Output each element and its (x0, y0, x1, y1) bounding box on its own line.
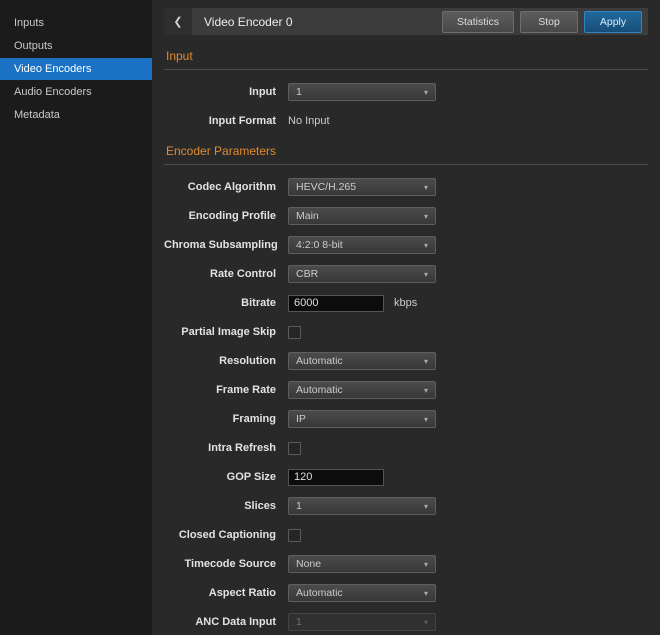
frame-rate-label: Frame Rate (164, 384, 276, 396)
encoding-profile-label: Encoding Profile (164, 210, 276, 222)
closed-captioning-checkbox[interactable] (288, 529, 301, 542)
slices-label: Slices (164, 500, 276, 512)
closed-captioning-row: Closed Captioning (164, 526, 648, 544)
sidebar-item-audio-encoders[interactable]: Audio Encoders (0, 81, 152, 103)
chroma-subsampling-label: Chroma Subsampling (164, 239, 276, 251)
slices-select[interactable]: 1 ▾ (288, 497, 436, 515)
bitrate-input[interactable] (288, 295, 384, 312)
chevron-down-icon: ▾ (424, 357, 428, 366)
input-format-row: Input Format No Input (164, 112, 648, 130)
bitrate-label: Bitrate (164, 297, 276, 309)
back-button[interactable]: ❮ (164, 8, 192, 35)
intra-refresh-label: Intra Refresh (164, 442, 276, 454)
aspect-ratio-select[interactable]: Automatic ▾ (288, 584, 436, 602)
timecode-source-value: None (296, 558, 321, 570)
chevron-down-icon: ▾ (424, 270, 428, 279)
input-format-value: No Input (288, 115, 330, 127)
sidebar-item-video-encoders[interactable]: Video Encoders (0, 58, 152, 80)
aspect-ratio-label: Aspect Ratio (164, 587, 276, 599)
chevron-down-icon: ▾ (424, 386, 428, 395)
sidebar: Inputs Outputs Video Encoders Audio Enco… (0, 0, 152, 635)
timecode-source-row: Timecode Source None ▾ (164, 555, 648, 573)
header-buttons: Statistics Stop Apply (442, 11, 648, 33)
aspect-ratio-value: Automatic (296, 587, 343, 599)
rate-control-value: CBR (296, 268, 318, 280)
encoding-profile-value: Main (296, 210, 319, 222)
slices-value: 1 (296, 500, 302, 512)
partial-image-skip-label: Partial Image Skip (164, 326, 276, 338)
framing-select[interactable]: IP ▾ (288, 410, 436, 428)
frame-rate-value: Automatic (296, 384, 343, 396)
aspect-ratio-row: Aspect Ratio Automatic ▾ (164, 584, 648, 602)
encoding-profile-select[interactable]: Main ▾ (288, 207, 436, 225)
chevron-down-icon: ▾ (424, 183, 428, 192)
framing-value: IP (296, 413, 306, 425)
rate-control-row: Rate Control CBR ▾ (164, 265, 648, 283)
gop-size-label: GOP Size (164, 471, 276, 483)
frame-rate-row: Frame Rate Automatic ▾ (164, 381, 648, 399)
resolution-label: Resolution (164, 355, 276, 367)
anc-data-input-label: ANC Data Input (164, 616, 276, 628)
apply-button[interactable]: Apply (584, 11, 642, 33)
encoding-profile-row: Encoding Profile Main ▾ (164, 207, 648, 225)
page-title: Video Encoder 0 (204, 15, 442, 29)
rate-control-select[interactable]: CBR ▾ (288, 265, 436, 283)
anc-data-input-value: 1 (296, 616, 302, 628)
chevron-down-icon: ▾ (424, 241, 428, 250)
input-select-value: 1 (296, 86, 302, 98)
section-title-encoder-parameters: Encoder Parameters (164, 144, 648, 165)
chevron-down-icon: ▾ (424, 212, 428, 221)
chevron-left-icon: ❮ (173, 16, 182, 28)
chevron-down-icon: ▾ (424, 589, 428, 598)
resolution-row: Resolution Automatic ▾ (164, 352, 648, 370)
chroma-subsampling-row: Chroma Subsampling 4:2:0 8-bit ▾ (164, 236, 648, 254)
chevron-down-icon: ▾ (424, 415, 428, 424)
slices-row: Slices 1 ▾ (164, 497, 648, 515)
statistics-button[interactable]: Statistics (442, 11, 514, 33)
codec-algorithm-label: Codec Algorithm (164, 181, 276, 193)
intra-refresh-row: Intra Refresh (164, 439, 648, 457)
sidebar-item-inputs[interactable]: Inputs (0, 12, 152, 34)
sidebar-item-outputs[interactable]: Outputs (0, 35, 152, 57)
framing-label: Framing (164, 413, 276, 425)
stop-button[interactable]: Stop (520, 11, 578, 33)
input-format-label: Input Format (164, 115, 276, 127)
anc-data-input-row: ANC Data Input 1 ▾ (164, 613, 648, 631)
input-label: Input (164, 86, 276, 98)
sidebar-item-metadata[interactable]: Metadata (0, 104, 152, 126)
partial-image-skip-checkbox[interactable] (288, 326, 301, 339)
chevron-down-icon: ▾ (424, 88, 428, 97)
partial-image-skip-row: Partial Image Skip (164, 323, 648, 341)
app-root: Inputs Outputs Video Encoders Audio Enco… (0, 0, 660, 635)
rate-control-label: Rate Control (164, 268, 276, 280)
intra-refresh-checkbox[interactable] (288, 442, 301, 455)
gop-size-input[interactable] (288, 469, 384, 486)
closed-captioning-label: Closed Captioning (164, 529, 276, 541)
frame-rate-select[interactable]: Automatic ▾ (288, 381, 436, 399)
input-row: Input 1 ▾ (164, 83, 648, 101)
input-select[interactable]: 1 ▾ (288, 83, 436, 101)
bitrate-row: Bitrate kbps (164, 294, 648, 312)
section-title-input: Input (164, 49, 648, 70)
framing-row: Framing IP ▾ (164, 410, 648, 428)
anc-data-input-select: 1 ▾ (288, 613, 436, 631)
header-bar: ❮ Video Encoder 0 Statistics Stop Apply (164, 8, 648, 35)
resolution-value: Automatic (296, 355, 343, 367)
chroma-subsampling-value: 4:2:0 8-bit (296, 239, 343, 251)
chevron-down-icon: ▾ (424, 560, 428, 569)
chroma-subsampling-select[interactable]: 4:2:0 8-bit ▾ (288, 236, 436, 254)
codec-algorithm-row: Codec Algorithm HEVC/H.265 ▾ (164, 178, 648, 196)
codec-algorithm-value: HEVC/H.265 (296, 181, 356, 193)
bitrate-unit: kbps (394, 297, 417, 309)
timecode-source-label: Timecode Source (164, 558, 276, 570)
main-panel: ❮ Video Encoder 0 Statistics Stop Apply … (152, 0, 660, 635)
chevron-down-icon: ▾ (424, 502, 428, 511)
chevron-down-icon: ▾ (424, 618, 428, 627)
timecode-source-select[interactable]: None ▾ (288, 555, 436, 573)
resolution-select[interactable]: Automatic ▾ (288, 352, 436, 370)
gop-size-row: GOP Size (164, 468, 648, 486)
codec-algorithm-select[interactable]: HEVC/H.265 ▾ (288, 178, 436, 196)
